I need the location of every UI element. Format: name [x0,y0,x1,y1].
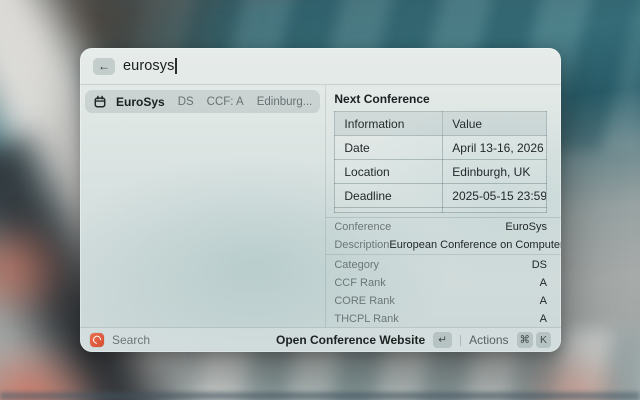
table-row-clipped [335,208,547,213]
table-cell-value: Edinburgh, UK [443,160,547,184]
footer-separator [460,335,461,346]
action-bar-right: Open Conference Website ↵ Actions ⌘ K [276,332,551,348]
main-content: EuroSys DS CCF: A Edinburg... Next Confe… [80,85,561,327]
metadata-label: Description [334,239,389,251]
table-header-value: Value [443,112,547,136]
metadata-value: DS [532,259,547,271]
list-item-category-badge: DS [178,96,194,108]
actions-menu-button[interactable]: Actions [469,333,508,347]
table-row: Location Edinburgh, UK [335,160,547,184]
back-arrow-icon: ← [98,59,110,73]
metadata-section-divider [326,254,561,255]
metadata-value: European Conference on Computer Systems [389,239,561,251]
search-input[interactable]: eurosys [123,58,174,74]
metadata-value: EuroSys [505,221,547,233]
metadata-value: A [540,295,547,307]
metadata-value: A [540,277,547,289]
metadata-row-conference: Conference EuroSys [334,218,547,236]
wallpaper-shape [0,392,640,400]
metadata-row-thcpl-rank: THCPL Rank A [334,310,547,327]
search-bar: ← eurosys [80,48,561,85]
table-cell-value: 2025-05-15 23:59:59 [443,184,547,208]
table-cell-value: April 13-16, 2026 [443,136,547,160]
command-name-label: Search [112,333,150,347]
metadata-label: Conference [334,221,391,233]
detail-heading: Next Conference [334,93,547,106]
action-bar: Search Open Conference Website ↵ Actions… [80,327,561,352]
table-row: Date April 13-16, 2026 [335,136,547,160]
calendar-icon [93,95,107,109]
list-item-ccf-badge: CCF: A [207,96,244,108]
cmd-key-icon[interactable]: ⌘ [517,332,534,348]
metadata-row-core-rank: CORE Rank A [334,292,547,310]
text-cursor [175,58,177,74]
metadata-label: CCF Rank [334,277,385,289]
next-conference-table: Information Value Date April 13-16, 2026… [334,111,547,213]
table-header-row: Information Value [335,112,547,136]
enter-key-icon[interactable]: ↵ [433,332,452,348]
wallpaper-shape [0,215,75,325]
back-button[interactable]: ← [93,58,115,75]
list-item-location-badge: Edinburg... [257,96,313,108]
extension-icon [90,333,104,347]
metadata-label: CORE Rank [334,295,395,307]
detail-panel: Next Conference Information Value Date A… [326,85,561,327]
list-item-title: EuroSys [116,95,165,109]
table-cell-label: Deadline [335,184,443,208]
results-list: EuroSys DS CCF: A Edinburg... [80,85,326,327]
launcher-window: ← eurosys EuroSys DS CCF: A Edinburg. [80,48,561,352]
k-key-icon[interactable]: K [536,332,551,348]
metadata-row-description: Description European Conference on Compu… [334,236,547,254]
table-cell-label: Date [335,136,443,160]
list-item-eurosys[interactable]: EuroSys DS CCF: A Edinburg... [85,90,320,113]
metadata-row-category: Category DS [334,256,547,274]
metadata-value: A [540,313,547,325]
table-cell-label: Location [335,160,443,184]
metadata-label: THCPL Rank [334,313,398,325]
table-header-information: Information [335,112,443,136]
metadata-row-ccf-rank: CCF Rank A [334,274,547,292]
open-conference-website-button[interactable]: Open Conference Website [276,333,425,347]
table-row: Deadline 2025-05-15 23:59:59 [335,184,547,208]
metadata-label: Category [334,259,379,271]
